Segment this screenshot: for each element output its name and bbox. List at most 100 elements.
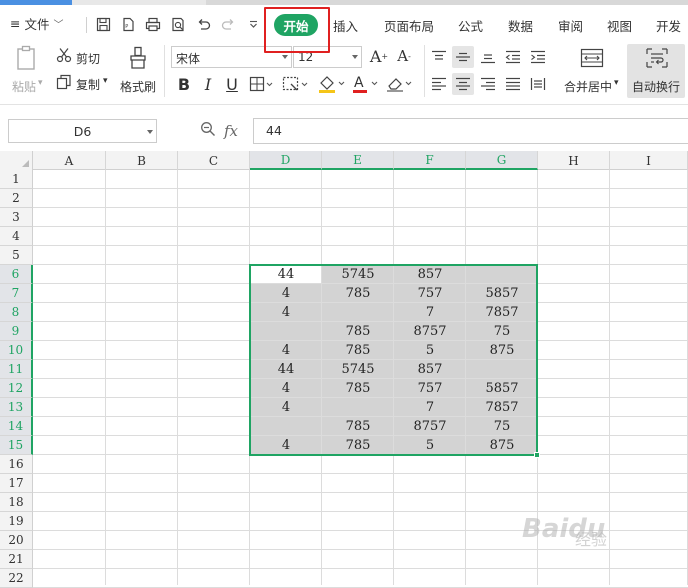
bold-icon[interactable]: B	[175, 74, 193, 94]
column-header-i[interactable]: I	[610, 151, 688, 170]
font-size-value: 12	[298, 50, 314, 64]
decrease-indent-icon[interactable]	[504, 48, 522, 66]
column-header-d[interactable]: D	[250, 151, 322, 170]
underline-icon[interactable]: U	[223, 74, 241, 94]
scissors-icon[interactable]	[56, 47, 72, 63]
format-painter-button[interactable]: 格式刷	[120, 78, 156, 95]
row-header-9[interactable]: 9	[0, 322, 33, 341]
increase-font-size-icon[interactable]: A +	[369, 46, 389, 66]
copy-icon[interactable]	[56, 74, 72, 90]
row-header-5[interactable]: 5	[0, 246, 33, 265]
align-right-icon[interactable]	[479, 75, 497, 93]
copy-button[interactable]: 复制	[76, 76, 100, 93]
paste-icon[interactable]	[14, 44, 40, 72]
svg-text:A: A	[354, 75, 364, 91]
chevron-down-icon[interactable]: ▾	[103, 76, 108, 86]
insert-function-button[interactable]: fx	[224, 122, 238, 140]
tab-view[interactable]: 视图	[607, 16, 632, 35]
clear-format-icon[interactable]	[385, 74, 415, 94]
row-header-18[interactable]: 18	[0, 493, 33, 512]
column-header-e[interactable]: E	[322, 151, 394, 170]
decrease-font-size-icon[interactable]: A-	[394, 46, 414, 66]
select-all-corner[interactable]	[0, 151, 33, 170]
tab-data[interactable]: 数据	[508, 16, 533, 35]
merge-center-icon[interactable]	[579, 46, 605, 70]
align-bottom-icon[interactable]	[479, 48, 497, 66]
gridline-horizontal	[33, 492, 688, 493]
row-header-11[interactable]: 11	[0, 360, 33, 379]
row-header-22[interactable]: 22	[0, 569, 33, 588]
format-painter-icon[interactable]	[126, 45, 150, 71]
column-header-f[interactable]: F	[394, 151, 466, 170]
gridline-horizontal	[33, 207, 688, 208]
row-header-12[interactable]: 12	[0, 379, 33, 398]
cut-button[interactable]: 剪切	[76, 50, 100, 67]
tab-home[interactable]: 开始	[274, 14, 318, 36]
font-size-select[interactable]: 12	[293, 46, 362, 68]
tab-page-layout[interactable]: 页面布局	[384, 16, 434, 35]
align-top-icon[interactable]	[430, 48, 448, 66]
font-name-value: 宋体	[176, 52, 201, 66]
row-header-2[interactable]: 2	[0, 189, 33, 208]
redo-icon[interactable]	[219, 15, 237, 33]
ribbon-home: 粘贴 ▾ 剪切 复制 ▾ 格式刷 宋体 12 A + A- B I U A 合并…	[0, 42, 688, 104]
row-header-19[interactable]: 19	[0, 512, 33, 531]
fill-handle[interactable]	[534, 452, 540, 458]
row-header-8[interactable]: 8	[0, 303, 33, 322]
export-pdf-icon[interactable]: P	[119, 15, 137, 33]
zoom-function-icon[interactable]	[200, 121, 216, 141]
row-header-17[interactable]: 17	[0, 474, 33, 493]
merge-center-button[interactable]: 合并居中	[564, 78, 612, 95]
cell-style-icon[interactable]	[282, 75, 310, 93]
tab-review[interactable]: 审阅	[558, 16, 583, 35]
justify-icon[interactable]	[504, 75, 522, 93]
row-header-15[interactable]: 15	[0, 436, 33, 455]
font-color-icon[interactable]: A	[351, 74, 381, 94]
divider	[86, 17, 87, 33]
row-header-21[interactable]: 21	[0, 550, 33, 569]
wrap-text-icon[interactable]	[644, 46, 670, 70]
row-header-7[interactable]: 7	[0, 284, 33, 303]
row-header-10[interactable]: 10	[0, 341, 33, 360]
increase-indent-icon[interactable]	[529, 48, 547, 66]
menu-bar: ≡ 文件 ﹀ P 开始 插入 页面布局 公式 数据 审阅 视图 开发	[0, 5, 688, 42]
menu-icon: ≡	[10, 16, 21, 31]
wrap-text-button[interactable]: 自动换行	[632, 78, 680, 95]
font-name-select[interactable]: 宋体	[171, 46, 292, 68]
print-icon[interactable]	[144, 15, 162, 33]
undo-icon[interactable]	[194, 15, 212, 33]
align-left-icon[interactable]	[430, 75, 448, 93]
fill-color-icon[interactable]	[317, 74, 347, 94]
row-header-13[interactable]: 13	[0, 398, 33, 417]
distributed-align-icon[interactable]	[529, 75, 547, 93]
row-header-6[interactable]: 6	[0, 265, 33, 284]
column-header-h[interactable]: H	[538, 151, 610, 170]
column-header-g[interactable]: G	[466, 151, 538, 170]
borders-icon[interactable]	[249, 75, 275, 93]
align-center-icon[interactable]	[454, 75, 472, 93]
tab-insert[interactable]: 插入	[333, 16, 358, 35]
tab-formulas[interactable]: 公式	[458, 16, 483, 35]
save-icon[interactable]	[94, 15, 112, 33]
print-preview-icon[interactable]	[169, 15, 187, 33]
align-middle-icon[interactable]	[454, 48, 472, 66]
file-menu[interactable]: ≡ 文件 ﹀	[10, 14, 64, 33]
column-header-a[interactable]: A	[33, 151, 106, 170]
row-header-3[interactable]: 3	[0, 208, 33, 227]
row-header-14[interactable]: 14	[0, 417, 33, 436]
column-header-b[interactable]: B	[106, 151, 178, 170]
name-box[interactable]: D6	[8, 119, 157, 143]
row-header-1[interactable]: 1	[0, 170, 33, 189]
chevron-down-icon[interactable]: ▾	[38, 78, 43, 88]
chevron-down-icon[interactable]: ▾	[614, 78, 619, 88]
tab-developer[interactable]: 开发	[656, 16, 681, 35]
formula-input[interactable]: 44	[253, 118, 688, 144]
column-header-c[interactable]: C	[178, 151, 250, 170]
customize-toolbar-icon[interactable]	[244, 15, 262, 33]
italic-icon[interactable]: I	[199, 74, 217, 94]
row-header-16[interactable]: 16	[0, 455, 33, 474]
paste-button-label[interactable]: 粘贴	[12, 78, 36, 95]
row-header-4[interactable]: 4	[0, 227, 33, 246]
chevron-down-icon	[147, 130, 153, 134]
row-header-20[interactable]: 20	[0, 531, 33, 550]
